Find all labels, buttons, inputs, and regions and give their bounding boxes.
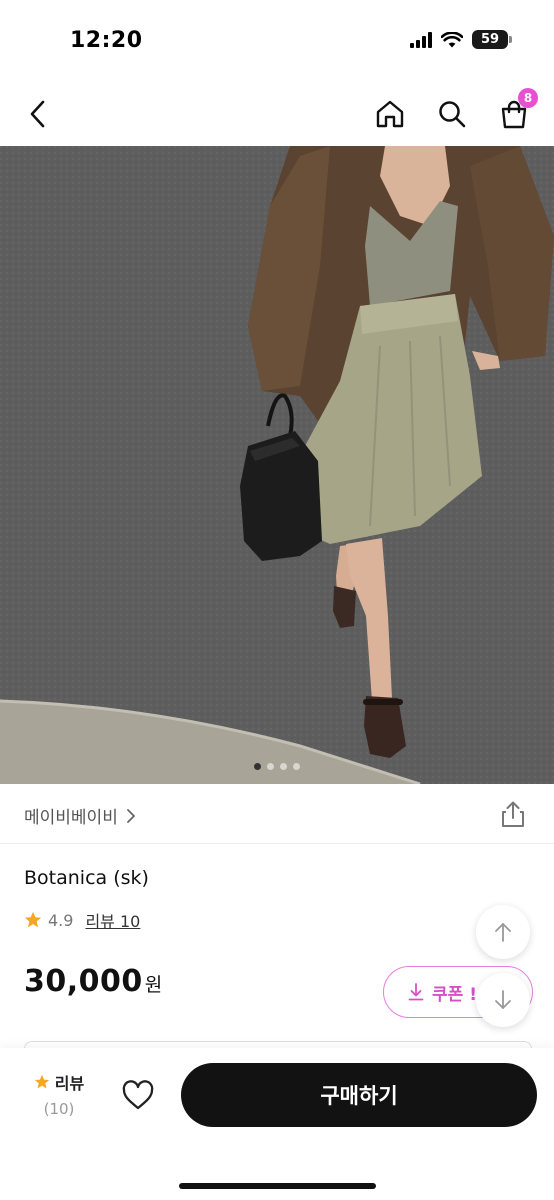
chevron-right-icon (126, 808, 135, 823)
product-title: Botanica (sk) (24, 867, 149, 889)
rating-score: 4.9 (48, 910, 74, 930)
scroll-top-button[interactable] (476, 905, 530, 959)
product-image-carousel[interactable] (0, 146, 554, 784)
bottom-action-bar: 리뷰 (10) 구매하기 (0, 1048, 554, 1200)
rating-row: 4.9 리뷰 10 (24, 908, 140, 932)
review-tab-count: (10) (43, 1100, 75, 1118)
download-icon (408, 983, 424, 1001)
arrow-down-icon (495, 990, 511, 1009)
seller-row: 메이비베이비 (0, 784, 554, 844)
wifi-icon (441, 31, 463, 47)
price: 30,000 (24, 964, 143, 999)
chevron-left-icon (30, 100, 45, 128)
star-icon (34, 1074, 49, 1089)
status-time: 12:20 (70, 28, 143, 53)
price-row: 30,000 원 (24, 964, 162, 999)
cellular-signal-icon (410, 31, 432, 48)
cart-button[interactable]: 8 (494, 88, 538, 134)
buy-button[interactable]: 구매하기 (181, 1063, 537, 1127)
search-button[interactable] (432, 94, 472, 134)
share-button[interactable] (498, 799, 528, 829)
product-photo (0, 146, 554, 784)
carousel-dots (0, 763, 554, 770)
review-tab-label: 리뷰 (54, 1074, 85, 1093)
home-indicator (179, 1183, 376, 1189)
top-nav: 8 (0, 80, 554, 146)
arrow-up-icon (495, 923, 511, 942)
seller-name: 메이비베이비 (24, 808, 118, 828)
review-tab-header: 리뷰 (28, 1070, 90, 1094)
carousel-dot[interactable] (280, 763, 287, 770)
heart-icon (122, 1080, 154, 1110)
share-icon (502, 801, 524, 827)
search-icon (439, 101, 466, 128)
carousel-dot[interactable] (254, 763, 261, 770)
status-bar: 12:20 59 (0, 0, 554, 80)
price-currency: 원 (144, 974, 163, 996)
status-icons: 59 (410, 30, 512, 49)
home-button[interactable] (370, 94, 410, 134)
home-icon (376, 100, 404, 128)
review-link[interactable]: 리뷰 10 (85, 908, 140, 932)
seller-link[interactable]: 메이비베이비 (24, 803, 136, 828)
wishlist-button[interactable] (120, 1078, 156, 1114)
coupon-label: 쿠폰 ! (432, 984, 477, 1005)
back-button[interactable] (18, 94, 58, 134)
battery-icon: 59 (472, 30, 512, 49)
scroll-bottom-button[interactable] (476, 973, 530, 1027)
carousel-dot[interactable] (267, 763, 274, 770)
review-tab[interactable]: 리뷰 (10) (28, 1070, 90, 1118)
cart-count-badge: 8 (518, 88, 538, 108)
star-icon (24, 911, 42, 928)
carousel-dot[interactable] (293, 763, 300, 770)
